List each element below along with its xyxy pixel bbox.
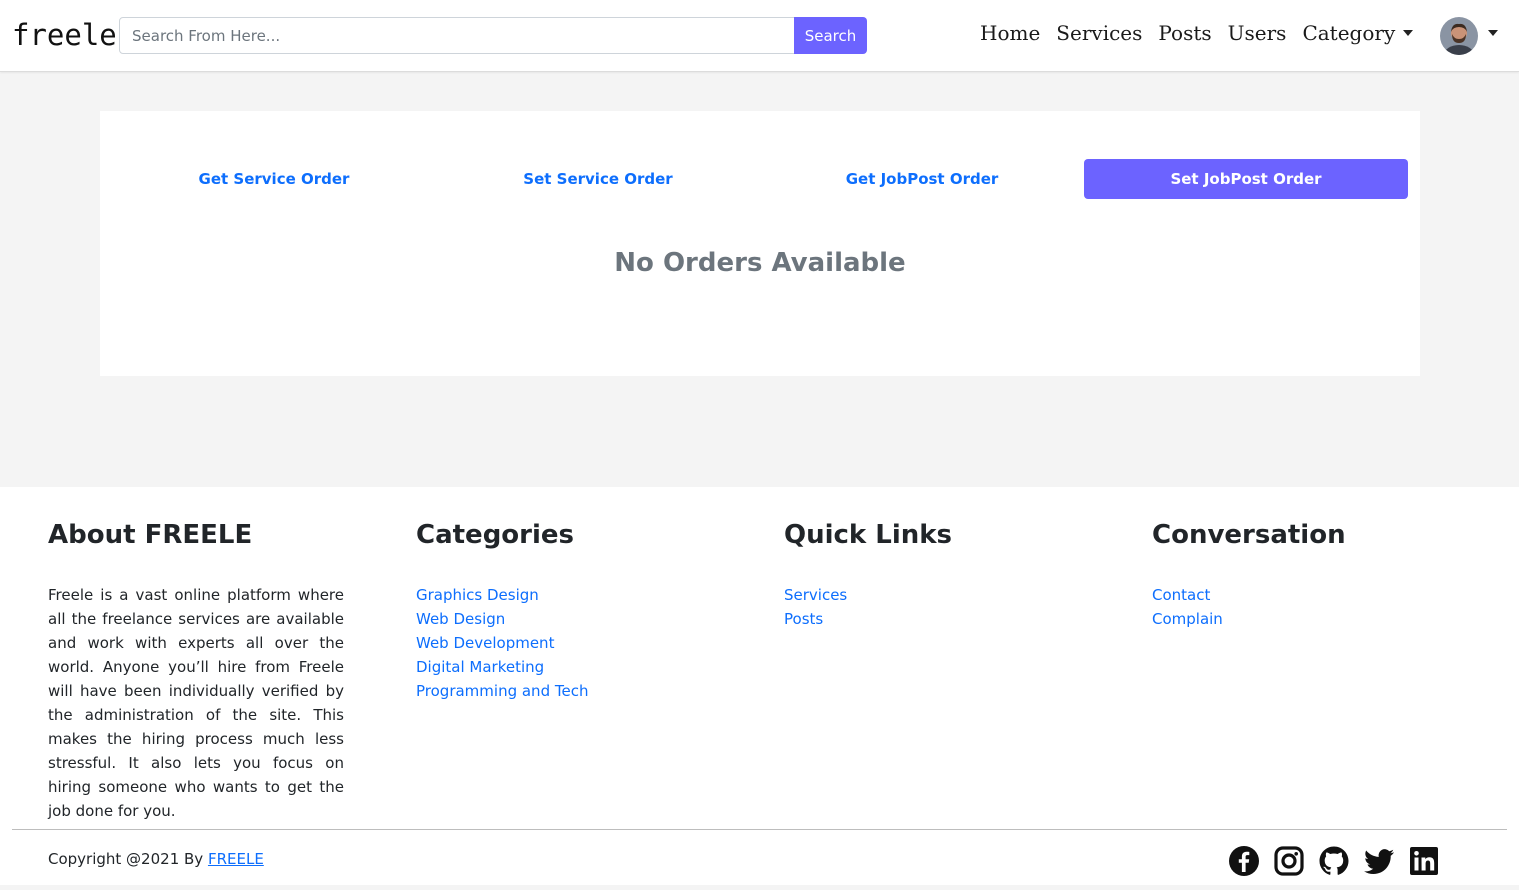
twitter-icon[interactable] — [1363, 845, 1395, 877]
social-links — [1228, 845, 1440, 877]
facebook-icon[interactable] — [1228, 845, 1260, 877]
nav-links: Home Services Posts Users Category — [980, 21, 1414, 45]
linkedin-icon[interactable] — [1408, 845, 1440, 877]
page-bottom-strip — [0, 885, 1519, 890]
footer-link-web-development[interactable]: Web Development — [416, 631, 588, 655]
nav-link-users[interactable]: Users — [1228, 21, 1287, 45]
empty-state-message: No Orders Available — [614, 248, 906, 278]
footer-conversation-title: Conversation — [1152, 520, 1346, 550]
copyright-text: Copyright @2021 By — [48, 850, 208, 868]
user-menu-chevron-icon[interactable] — [1488, 30, 1498, 36]
nav-dropdown-category[interactable]: Category — [1302, 21, 1414, 45]
footer-link-contact[interactable]: Contact — [1152, 583, 1223, 607]
nav-link-posts[interactable]: Posts — [1158, 21, 1211, 45]
tab-get-service-order[interactable]: Get Service Order — [112, 159, 436, 199]
footer-link-posts[interactable]: Posts — [784, 607, 847, 631]
footer-about-text: Freele is a vast online platform where a… — [48, 586, 344, 820]
user-avatar-icon — [1440, 17, 1478, 55]
footer-link-services[interactable]: Services — [784, 583, 847, 607]
footer-categories-title: Categories — [416, 520, 575, 550]
footer-link-digital-marketing[interactable]: Digital Marketing — [416, 655, 588, 679]
footer-link-graphics-design[interactable]: Graphics Design — [416, 583, 588, 607]
footer-about-title: About FREELE — [48, 520, 253, 550]
copyright-link[interactable]: FREELE — [208, 850, 264, 868]
tab-set-service-order[interactable]: Set Service Order — [436, 159, 760, 199]
brand-logo[interactable]: freele — [12, 18, 117, 52]
nav-link-home[interactable]: Home — [980, 21, 1040, 45]
tab-get-jobpost-order[interactable]: Get JobPost Order — [760, 159, 1084, 199]
chevron-down-icon — [1403, 29, 1414, 36]
nav-link-category-label: Category — [1302, 21, 1396, 45]
search-input[interactable] — [119, 17, 795, 54]
nav-link-services[interactable]: Services — [1056, 21, 1142, 45]
footer-link-programming-and-tech[interactable]: Programming and Tech — [416, 679, 588, 703]
navbar: freele Search Home Services Posts Users … — [0, 0, 1519, 72]
github-icon[interactable] — [1318, 845, 1350, 877]
footer-link-complain[interactable]: Complain — [1152, 607, 1223, 631]
copyright: Copyright @2021 By FREELE — [48, 850, 264, 868]
avatar[interactable] — [1440, 17, 1478, 55]
tab-set-jobpost-order[interactable]: Set JobPost Order — [1084, 159, 1408, 199]
footer: About FREELE Freele is a vast online pla… — [0, 487, 1519, 885]
footer-quick-links-title: Quick Links — [784, 520, 953, 550]
search-button[interactable]: Search — [794, 17, 867, 54]
footer-divider — [12, 829, 1507, 830]
orders-card: Get Service Order Set Service Order Get … — [100, 111, 1420, 376]
footer-link-web-design[interactable]: Web Design — [416, 607, 588, 631]
instagram-icon[interactable] — [1273, 845, 1305, 877]
